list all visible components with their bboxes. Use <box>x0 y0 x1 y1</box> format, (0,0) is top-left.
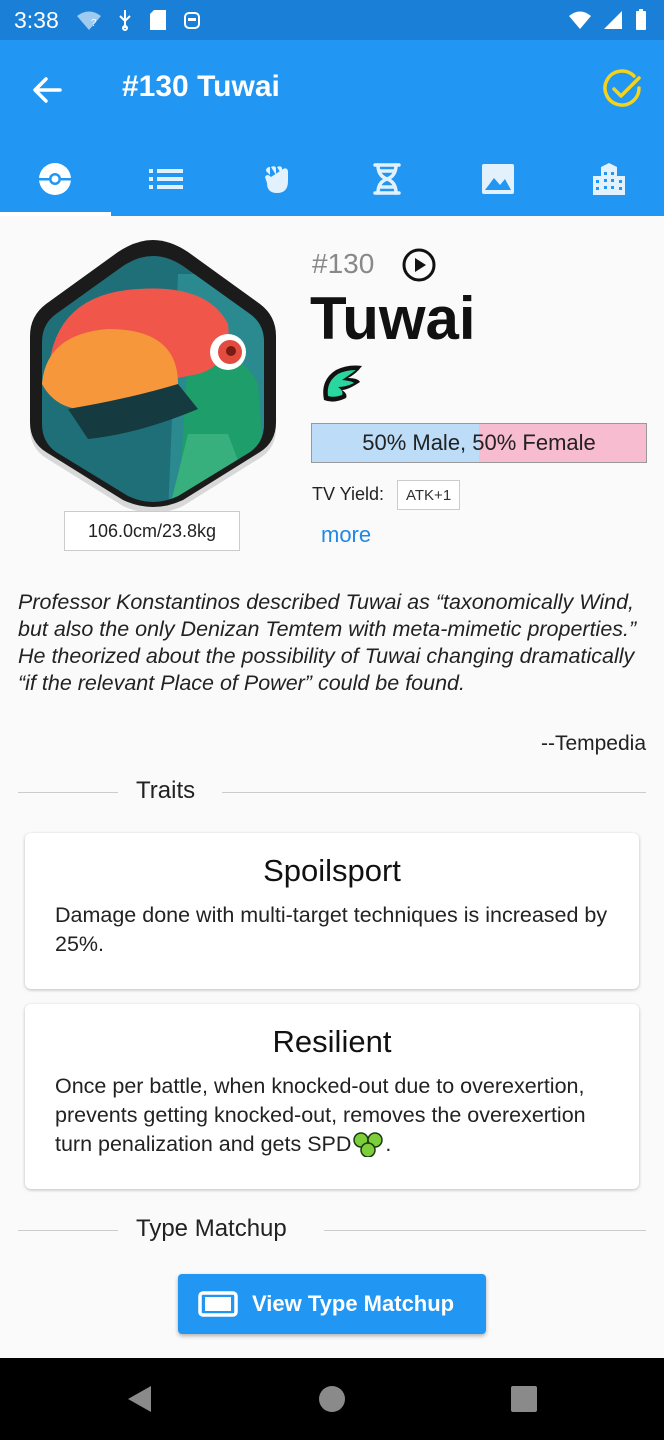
svg-text:?: ? <box>91 18 97 29</box>
dna-icon <box>373 163 402 195</box>
buildings-icon <box>592 163 625 195</box>
divider-line-left <box>18 792 118 793</box>
trait-description: Damage done with multi-target techniques… <box>55 903 608 956</box>
description-quote: Professor Konstantinos described Tuwai a… <box>18 590 637 695</box>
usb-icon <box>119 10 131 31</box>
temtem-portrait <box>28 234 278 514</box>
tab-gallery[interactable] <box>443 142 554 216</box>
traits-divider: Traits <box>18 777 646 807</box>
tab-techniques[interactable] <box>111 142 222 216</box>
temtem-number: #130 <box>312 248 375 279</box>
fist-icon <box>264 166 288 193</box>
image-icon <box>481 164 514 194</box>
check-circle-icon <box>603 69 641 107</box>
type-matchup-heading: Type Matchup <box>136 1215 287 1242</box>
page-title: #130 Tuwai <box>122 70 280 103</box>
type-badge <box>318 360 366 408</box>
type-matchup-divider: Type Matchup <box>18 1215 646 1245</box>
divider-line-right <box>324 1230 646 1231</box>
traits-heading: Traits <box>136 777 196 804</box>
tv-yield-label: TV Yield: <box>312 484 385 504</box>
trait-title: Resilient <box>272 1024 392 1059</box>
status-bar: 3:38 ? <box>0 0 664 40</box>
arrow-left-icon <box>33 77 62 103</box>
tablet-icon <box>198 1291 238 1317</box>
battery-icon <box>636 9 646 30</box>
view-type-matchup-button[interactable]: View Type Matchup <box>178 1274 486 1334</box>
wifi-question-icon: ? <box>77 11 101 30</box>
tab-bar <box>0 142 664 216</box>
triangle-back-icon <box>128 1386 151 1412</box>
tab-evolution[interactable] <box>332 142 443 216</box>
robot-icon <box>184 12 200 29</box>
trait-description-text: Once per battle, when knocked-out due to… <box>55 1074 586 1156</box>
gender-ratio-label: 50% Male, 50% Female <box>362 430 596 455</box>
size-weight-label: 106.0cm/23.8kg <box>64 511 240 551</box>
detail-content[interactable]: 106.0cm/23.8kg #130 Tuwai 50% Male, 50% … <box>0 216 664 1358</box>
divider-line-left <box>18 1230 118 1231</box>
system-nav-bar <box>0 1358 664 1440</box>
back-button[interactable] <box>26 68 70 112</box>
tracked-toggle-button[interactable] <box>600 68 644 112</box>
play-cry-button[interactable] <box>400 246 438 284</box>
more-link[interactable]: more <box>321 522 371 548</box>
trait-card: Spoilsport Damage done with multi-target… <box>25 833 639 989</box>
nav-recents-button[interactable] <box>509 1384 539 1414</box>
tv-yield-chip: ATK+1 <box>397 480 461 510</box>
square-recents-icon <box>511 1386 537 1412</box>
temtem-name: Tuwai <box>310 285 476 352</box>
wind-type-icon <box>323 365 362 402</box>
quote-source: --Tempedia <box>540 732 646 755</box>
cell-signal-icon <box>604 11 622 29</box>
list-icon <box>148 169 183 189</box>
pokeball-icon <box>39 163 72 195</box>
view-type-matchup-label: View Type Matchup <box>252 1291 455 1316</box>
nav-home-button[interactable] <box>317 1384 347 1414</box>
wifi-signal-icon <box>569 11 591 29</box>
app-bar: #130 Tuwai <box>0 40 664 216</box>
divider-line-right <box>222 792 646 793</box>
tuwai-portrait-icon <box>30 240 276 513</box>
circle-home-icon <box>319 1386 345 1412</box>
trait-description-suffix: . <box>385 1132 392 1156</box>
notification-icons: ? <box>76 8 202 32</box>
play-circle-icon <box>402 248 436 282</box>
speed-stat-icon <box>353 1132 384 1158</box>
system-icons <box>568 8 648 32</box>
tab-locations[interactable] <box>553 142 664 216</box>
trait-title: Spoilsport <box>263 853 401 888</box>
gender-ratio-bar: 50% Male, 50% Female <box>311 423 647 463</box>
status-time: 3:38 <box>14 7 59 33</box>
tab-stats[interactable] <box>221 142 332 216</box>
nav-back-button[interactable] <box>125 1384 155 1414</box>
tab-info[interactable] <box>0 142 111 216</box>
sd-card-icon <box>150 10 166 30</box>
trait-card: Resilient Once per battle, when knocked-… <box>25 1004 639 1189</box>
trait-description: Once per battle, when knocked-out due to… <box>55 1072 615 1159</box>
